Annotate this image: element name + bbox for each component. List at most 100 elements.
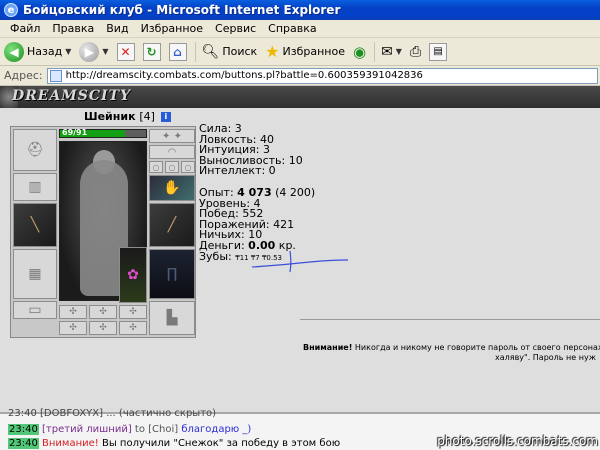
stop-icon: ✕ bbox=[116, 42, 135, 61]
bracer-icon: ▥ bbox=[28, 179, 42, 195]
slot-helmet[interactable]: ⛑ bbox=[13, 129, 57, 171]
slot-belt[interactable]: ▭ bbox=[13, 301, 57, 319]
search-button[interactable]: 🔍︎ Поиск bbox=[202, 44, 258, 60]
address-bar: Адрес: http://dreamscity.combats.com/but… bbox=[0, 66, 600, 86]
slot-weapon-left[interactable]: ╲ bbox=[13, 203, 57, 247]
home-button[interactable]: ⌂ bbox=[168, 42, 187, 61]
ie-logo-icon: e bbox=[4, 3, 18, 17]
amulet-icon: ◠ bbox=[167, 146, 177, 158]
history-button[interactable]: ◉ bbox=[353, 43, 366, 61]
favorites-button[interactable]: ★ Избранное bbox=[265, 42, 345, 61]
slot-small-6[interactable]: ✣ bbox=[119, 321, 147, 335]
mail-dropdown-icon[interactable]: ▼ bbox=[396, 47, 402, 56]
back-dropdown-icon[interactable]: ▼ bbox=[65, 47, 71, 56]
history-icon: ◉ bbox=[352, 42, 367, 61]
menu-view[interactable]: Вид bbox=[100, 22, 134, 35]
content-divider bbox=[300, 319, 600, 320]
back-button[interactable]: ◀ Назад ▼ bbox=[4, 41, 71, 62]
slot-pants[interactable]: ∏ bbox=[149, 249, 195, 299]
menu-help[interactable]: Справка bbox=[262, 22, 322, 35]
armor-icon: ▦ bbox=[28, 266, 42, 282]
chat-to[interactable]: to [Choi] bbox=[135, 424, 178, 435]
boots-icon: ▙ bbox=[166, 310, 178, 326]
page-icon bbox=[49, 69, 62, 82]
belt-icon: ▭ bbox=[28, 302, 42, 318]
scroll-icon-5: ✣ bbox=[99, 323, 107, 333]
earrings-icon: ✦ ✦ bbox=[162, 130, 182, 142]
menu-file[interactable]: Файл bbox=[4, 22, 46, 35]
toolbar: ◀ Назад ▼ ▶ ▼ ✕ ↻ ⌂ 🔍︎ Поиск ★ Избранное… bbox=[0, 38, 600, 66]
warning-bold: Внимание! bbox=[303, 343, 353, 352]
character-stats: Сила: 3 Ловкость: 40 Интуиция: 3 Выносли… bbox=[199, 123, 316, 263]
slot-weapon-right[interactable]: ╱ bbox=[149, 203, 195, 247]
star-icon: ★ bbox=[265, 42, 280, 61]
club-icon-2: ╱ bbox=[167, 217, 177, 233]
slot-bracer[interactable]: ▥ bbox=[13, 173, 57, 201]
gloves-icon: ✋ bbox=[163, 180, 181, 196]
forward-dropdown-icon[interactable]: ▼ bbox=[102, 47, 108, 56]
mail-button[interactable]: ✉ ▼ bbox=[381, 44, 402, 60]
experience-next: (4 200) bbox=[271, 185, 316, 199]
watermark: photo.scrolls.combats.com bbox=[437, 434, 598, 448]
slot-ring-2[interactable]: ○ bbox=[165, 161, 179, 173]
slot-boots[interactable]: ▙ bbox=[149, 301, 195, 335]
slot-small-5[interactable]: ✣ bbox=[89, 321, 117, 335]
forward-button[interactable]: ▶ ▼ bbox=[79, 41, 109, 62]
slot-armor[interactable]: ▦ bbox=[13, 249, 57, 299]
ring-icon: ○ bbox=[152, 162, 160, 172]
blue-pen-mark bbox=[251, 250, 349, 273]
slot-amulet[interactable]: ◠ bbox=[149, 145, 195, 159]
window-title: Бойцовский клуб - Microsoft Internet Exp… bbox=[23, 3, 341, 17]
slot-small-3[interactable]: ✣ bbox=[119, 305, 147, 319]
menu-edit[interactable]: Правка bbox=[46, 22, 100, 35]
character-nick: Шейник bbox=[84, 110, 136, 123]
scroll-icon-3: ✣ bbox=[129, 307, 137, 317]
site-header: DREAMSCITY bbox=[0, 86, 600, 108]
site-logo: DREAMSCITY bbox=[12, 88, 132, 104]
menu-tools[interactable]: Сервис bbox=[209, 22, 262, 35]
chat-time[interactable]: 23:40 bbox=[8, 424, 39, 435]
scroll-icon-2: ✣ bbox=[99, 307, 107, 317]
chat-line-1: 23:40 [третий лишний] to [Choi] благодар… bbox=[8, 424, 251, 435]
ring-icon-3: ○ bbox=[184, 162, 192, 172]
character-doll: 69/91 ⛑ ▥ ╲ ▦ ▭ ✿ ✦ ✦ ◠ ○ ○ ○ ✋ ╱ ∏ ▙ ✣ … bbox=[10, 126, 196, 338]
slot-gift[interactable]: ✿ bbox=[119, 247, 147, 303]
refresh-icon: ↻ bbox=[142, 42, 161, 61]
back-label: Назад bbox=[27, 45, 63, 58]
slot-ring-3[interactable]: ○ bbox=[181, 161, 195, 173]
favorites-label: Избранное bbox=[282, 45, 345, 58]
mail-icon: ✉ bbox=[381, 43, 393, 60]
ring-icon-2: ○ bbox=[168, 162, 176, 172]
slot-small-1[interactable]: ✣ bbox=[59, 305, 87, 319]
slot-ring-1[interactable]: ○ bbox=[149, 161, 163, 173]
chat-time-2[interactable]: 23:40 bbox=[8, 438, 39, 449]
chat-nick[interactable]: [третий лишний] bbox=[42, 424, 132, 435]
pants-icon: ∏ bbox=[166, 266, 178, 282]
chat-alert: Внимание! bbox=[42, 438, 99, 449]
slot-gloves[interactable]: ✋ bbox=[149, 175, 195, 201]
print-button[interactable]: ⎙ bbox=[410, 44, 421, 60]
slot-earrings[interactable]: ✦ ✦ bbox=[149, 129, 195, 143]
warning-line2: халяву". Пароль не нуж bbox=[495, 353, 596, 362]
slot-small-4[interactable]: ✣ bbox=[59, 321, 87, 335]
menu-bar: Файл Правка Вид Избранное Сервис Справка bbox=[0, 20, 600, 38]
scroll-icon-6: ✣ bbox=[129, 323, 137, 333]
back-arrow-icon: ◀ bbox=[4, 41, 24, 62]
character-name: Шейник [4] i bbox=[84, 110, 171, 123]
info-icon[interactable]: i bbox=[160, 112, 171, 122]
edit-button[interactable]: ▤ bbox=[429, 42, 448, 61]
stop-button[interactable]: ✕ bbox=[116, 42, 135, 61]
slot-small-2[interactable]: ✣ bbox=[89, 305, 117, 319]
edit-page-icon: ▤ bbox=[429, 42, 448, 61]
menu-favorites[interactable]: Избранное bbox=[135, 22, 209, 35]
hp-text: 69/91 bbox=[62, 128, 88, 137]
home-icon: ⌂ bbox=[168, 42, 187, 61]
refresh-button[interactable]: ↻ bbox=[142, 42, 161, 61]
address-label: Адрес: bbox=[4, 69, 43, 82]
address-input[interactable]: http://dreamscity.combats.com/buttons.pl… bbox=[46, 67, 598, 84]
teeth-label: Зубы: bbox=[199, 249, 236, 263]
chat-line-2: 23:40 Внимание! Вы получили "Снежок" за … bbox=[8, 438, 340, 449]
warning-text: Никогда и никому не говорите пароль от с… bbox=[352, 343, 600, 352]
toolbar-separator bbox=[194, 41, 196, 62]
gift-icon: ✿ bbox=[127, 267, 139, 283]
